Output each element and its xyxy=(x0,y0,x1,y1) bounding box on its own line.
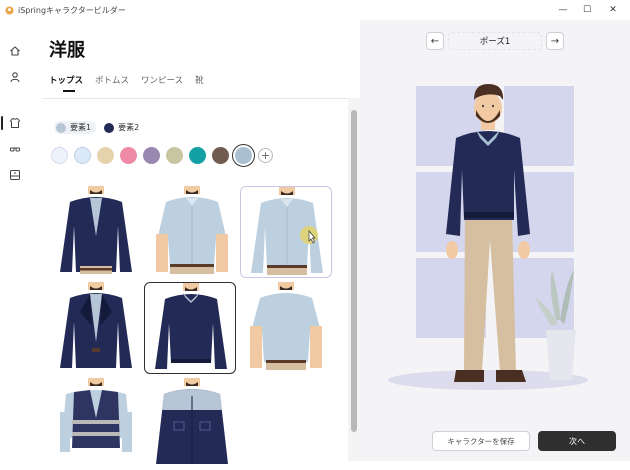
category-tabs: トップス ボトムス ワンピース 靴 xyxy=(49,74,216,92)
swatch-beige[interactable] xyxy=(97,147,114,164)
garment-card-navy-cardigan[interactable] xyxy=(50,186,142,278)
pose-selector: ← ポーズ1 → xyxy=(426,31,564,51)
navy-sweater-icon xyxy=(155,283,227,369)
swatch-pink[interactable] xyxy=(120,147,137,164)
sidebar-item-home[interactable] xyxy=(8,44,22,58)
swatch-brown[interactable] xyxy=(212,147,229,164)
page-title: 洋服 xyxy=(49,40,85,61)
character-preview-scene xyxy=(388,84,588,390)
color-swatches: + xyxy=(51,144,273,167)
garment-card-safety-vest[interactable] xyxy=(50,378,142,470)
sidebar-item-person[interactable] xyxy=(8,70,22,84)
garment-card-navy-work-jacket[interactable] xyxy=(146,378,238,470)
tshirt-icon xyxy=(250,282,322,370)
garment-card-navy-sweater[interactable] xyxy=(144,282,236,374)
glasses-icon xyxy=(10,147,20,152)
swatch-white-dotted[interactable] xyxy=(51,147,68,164)
color-element-1-dot xyxy=(56,122,66,133)
character-preview xyxy=(360,20,630,461)
safety-vest-icon xyxy=(60,378,132,452)
swatch-olive-pattern[interactable] xyxy=(166,147,183,164)
tab-tops[interactable]: トップス xyxy=(49,74,83,92)
shirt-icon xyxy=(9,117,21,128)
add-color-button[interactable]: + xyxy=(258,148,273,163)
swatch-lavender[interactable] xyxy=(143,147,160,164)
navy-cardigan-icon xyxy=(60,186,132,274)
next-button[interactable]: 次へ xyxy=(538,431,616,451)
window-title: iSpringキャラクタービルダー xyxy=(18,5,126,15)
sidebar-item-clothes[interactable] xyxy=(8,116,22,130)
swatch-light-steel-blue[interactable] xyxy=(232,144,255,167)
title-bar: iSpringキャラクタービルダー — ☐ ✕ xyxy=(0,0,630,20)
long-sleeve-shirt-icon xyxy=(251,187,323,275)
color-element-1[interactable]: 要素1 xyxy=(54,121,97,134)
sidebar-active-indicator xyxy=(1,116,3,130)
minimize-button[interactable]: — xyxy=(552,2,574,18)
garment-card-light-blue-shirt-long[interactable] xyxy=(240,186,332,278)
home-icon xyxy=(10,46,20,56)
next-pose-button[interactable]: → xyxy=(546,32,564,50)
color-element-2-label: 要素2 xyxy=(118,123,140,132)
sidebar-item-accessories[interactable] xyxy=(8,142,22,156)
app-logo-icon xyxy=(5,5,14,15)
sidebar-item-background[interactable] xyxy=(8,168,22,182)
color-element-selector: 要素1 要素2 xyxy=(54,121,150,134)
short-sleeve-shirt-icon xyxy=(156,186,228,274)
work-jacket-icon xyxy=(156,378,228,464)
tab-shoes[interactable]: 靴 xyxy=(195,74,204,92)
garment-card-light-blue-shirt-short[interactable] xyxy=(146,186,238,278)
navy-blazer-icon xyxy=(60,282,132,368)
close-button[interactable]: ✕ xyxy=(602,2,624,18)
swatch-teal[interactable] xyxy=(189,147,206,164)
pose-label: ポーズ1 xyxy=(448,32,542,50)
tab-bottoms[interactable]: ボトムス xyxy=(95,74,129,92)
frame-icon xyxy=(10,170,20,180)
save-character-button[interactable]: キャラクターを保存 xyxy=(432,431,530,451)
tab-dresses[interactable]: ワンピース xyxy=(141,74,183,92)
scrollbar-thumb[interactable] xyxy=(351,110,357,432)
sidebar xyxy=(0,20,30,461)
prev-pose-button[interactable]: ← xyxy=(426,32,444,50)
garment-card-light-blue-tshirt[interactable] xyxy=(240,282,332,374)
garment-card-navy-blazer[interactable] xyxy=(50,282,142,374)
color-element-1-label: 要素1 xyxy=(70,123,92,132)
swatch-light-blue-dotted[interactable] xyxy=(74,147,91,164)
maximize-button[interactable]: ☐ xyxy=(576,2,598,18)
color-element-2-dot xyxy=(104,122,115,133)
person-icon xyxy=(10,72,20,83)
color-element-2[interactable]: 要素2 xyxy=(102,121,144,134)
